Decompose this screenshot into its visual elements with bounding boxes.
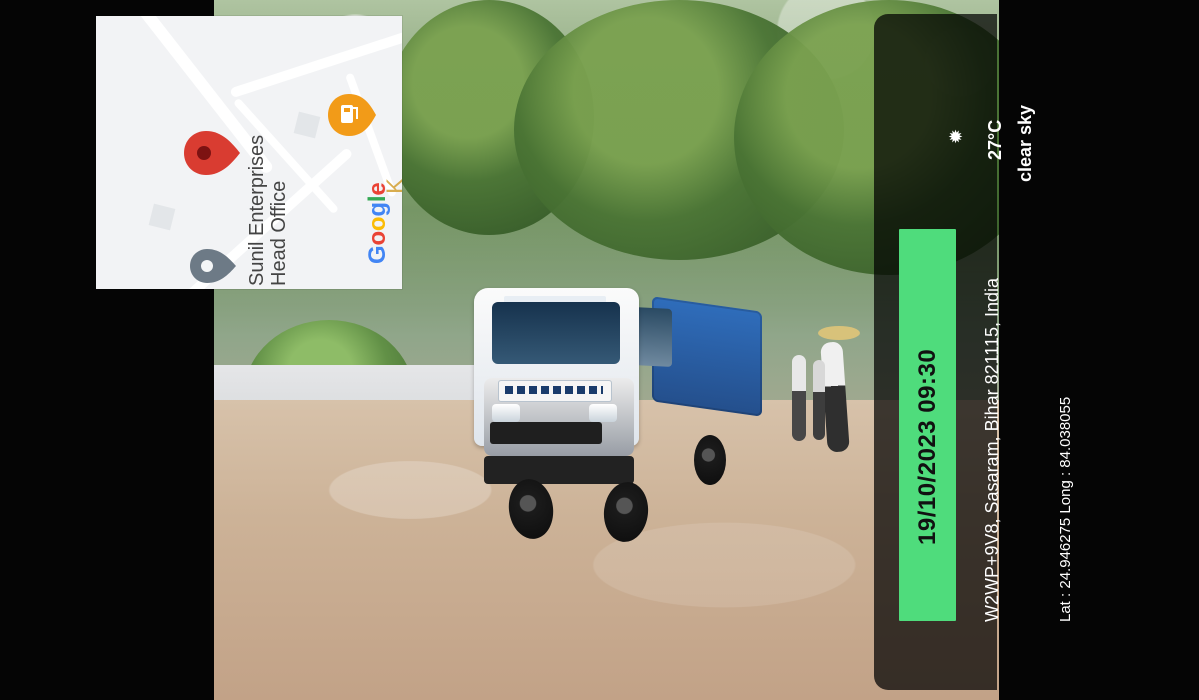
truck-bumper [484, 456, 634, 484]
map-building [148, 203, 176, 231]
fuel-station-icon [328, 94, 376, 136]
truck-side-window [634, 307, 672, 367]
person-walking-back [792, 355, 806, 441]
front-wheel-right [600, 479, 652, 545]
location-pin-icon [184, 131, 240, 175]
map-building [293, 111, 321, 139]
map-thumbnail: K Sunil Enterprises Head Office Google [96, 16, 402, 289]
front-wheel-left [505, 476, 557, 542]
municipal-garbage-truck [474, 260, 774, 560]
person-standing [813, 360, 825, 440]
map-pin-icon [190, 249, 236, 283]
truck-front-sign [498, 380, 612, 402]
rear-wheel [694, 435, 726, 485]
map-road-label: K [382, 177, 402, 194]
truck-windshield [492, 302, 620, 364]
coordinates-text: Lat : 24.946275 Long : 84.038055 [1057, 396, 1074, 622]
headlight-left [492, 404, 520, 422]
weather-text: clear sky [1015, 104, 1035, 182]
screenshot-canvas: K Sunil Enterprises Head Office Google ✹… [0, 0, 1199, 700]
head-basket [818, 326, 860, 340]
address-text: W2WP+9V8, Sasaram, Bihar 821115, India [982, 277, 1002, 622]
headlight-right [589, 404, 617, 422]
place-label: Sunil Enterprises Head Office [246, 134, 290, 286]
google-logo: Google [364, 182, 391, 265]
date-time-text: 19/10/2023 09:30 [914, 348, 941, 545]
map-road [229, 23, 402, 99]
truck-grille [490, 422, 602, 444]
temperature-text: 27°C [985, 119, 1005, 160]
sun-icon: ✹ [948, 127, 964, 147]
